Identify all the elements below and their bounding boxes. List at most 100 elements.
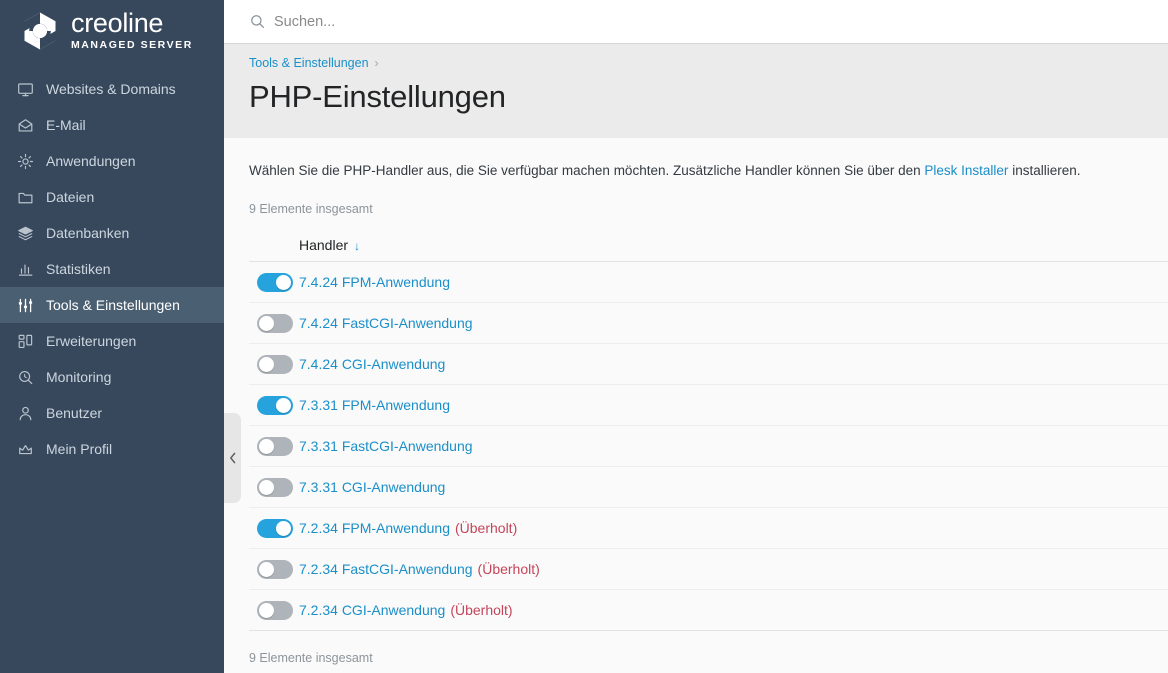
plesk-installer-link[interactable]: Plesk Installer xyxy=(924,163,1008,178)
handler-name-link[interactable]: 7.3.31 FPM-Anwendung xyxy=(299,397,450,413)
table-row: 7.3.31 FPM-Anwendung xyxy=(249,385,1168,426)
handler-toggle[interactable] xyxy=(257,313,293,333)
sidebar-item-label: Tools & Einstellungen xyxy=(46,297,180,313)
handler-toggle[interactable] xyxy=(257,272,293,292)
toggle-knob xyxy=(259,479,274,495)
creoline-hex-logo-icon xyxy=(18,9,62,53)
toggle-cell xyxy=(249,559,299,579)
sidebar-item-label: Erweiterungen xyxy=(46,333,137,349)
handler-toggle[interactable] xyxy=(257,600,293,620)
user-icon xyxy=(14,402,36,424)
handler-name-link[interactable]: 7.4.24 FastCGI-Anwendung xyxy=(299,315,473,331)
obsolete-badge: (Überholt) xyxy=(454,520,518,536)
handler-name-link[interactable]: 7.3.31 CGI-Anwendung xyxy=(299,479,445,495)
toggle-cell xyxy=(249,354,299,374)
handler-toggle[interactable] xyxy=(257,559,293,579)
sidebar-item-label: Benutzer xyxy=(46,405,103,421)
search-input[interactable] xyxy=(274,9,674,34)
gear-icon xyxy=(14,150,36,172)
envelope-icon xyxy=(14,114,36,136)
sidebar-item-email[interactable]: E-Mail xyxy=(0,107,224,143)
toggle-knob xyxy=(276,520,291,536)
bar-chart-icon xyxy=(14,258,36,280)
toggle-cell xyxy=(249,395,299,415)
obsolete-badge: (Überholt) xyxy=(477,561,540,577)
table-row: 7.3.31 FastCGI-Anwendung xyxy=(249,426,1168,467)
sidebar-item-label: E-Mail xyxy=(46,117,86,133)
handler-name-link[interactable]: 7.2.34 FPM-Anwendung xyxy=(299,520,450,536)
content-area: Wählen Sie die PHP-Handler aus, die Sie … xyxy=(224,138,1168,673)
main-area: Tools & Einstellungen › PHP-Einstellunge… xyxy=(224,0,1168,673)
sort-descending-icon: ↓ xyxy=(354,238,361,253)
breadcrumb-separator-icon: › xyxy=(374,56,379,70)
sidebar-item-websites-domains[interactable]: Websites & Domains xyxy=(0,71,224,107)
sidebar-collapse-handle[interactable] xyxy=(224,413,241,503)
sidebar-item-datenbanken[interactable]: Datenbanken xyxy=(0,215,224,251)
toggle-cell xyxy=(249,313,299,333)
sidebar-item-label: Dateien xyxy=(46,189,95,205)
sidebar-item-mein-profil[interactable]: Mein Profil xyxy=(0,431,224,467)
brand-subtitle: MANAGED SERVER xyxy=(71,39,193,51)
sidebar-item-label: Monitoring xyxy=(46,369,112,385)
toggle-knob xyxy=(259,561,274,577)
column-header-label: Handler xyxy=(299,236,349,253)
sidebar-item-benutzer[interactable]: Benutzer xyxy=(0,395,224,431)
handler-toggle[interactable] xyxy=(257,518,293,538)
blocks-icon xyxy=(14,330,36,352)
toggle-cell xyxy=(249,518,299,538)
table-row: 7.3.31 CGI-Anwendung xyxy=(249,467,1168,508)
handler-name-cell: 7.3.31 CGI-Anwendung xyxy=(299,479,445,495)
table-header-row: Handler ↓ xyxy=(249,228,1168,262)
toggle-cell xyxy=(249,600,299,620)
monitor-icon xyxy=(14,78,36,100)
toggle-knob xyxy=(259,602,274,618)
sidebar-item-label: Websites & Domains xyxy=(46,81,176,97)
handler-toggle[interactable] xyxy=(257,436,293,456)
handler-name-cell: 7.3.31 FastCGI-Anwendung xyxy=(299,438,473,454)
table-row: 7.4.24 FPM-Anwendung xyxy=(249,262,1168,303)
intro-text-before: Wählen Sie die PHP-Handler aus, die Sie … xyxy=(249,163,925,178)
sidebar-item-label: Anwendungen xyxy=(46,153,136,169)
toggle-knob xyxy=(259,315,274,331)
handler-name-link[interactable]: 7.4.24 CGI-Anwendung xyxy=(299,356,445,372)
brand-logo[interactable]: creoline MANAGED SERVER xyxy=(0,2,224,60)
breadcrumb-item-tools[interactable]: Tools & Einstellungen xyxy=(249,56,369,70)
handler-name-cell: 7.4.24 FastCGI-Anwendung xyxy=(299,315,473,331)
handler-name-cell: 7.2.34 FastCGI-Anwendung (Überholt) xyxy=(299,561,540,577)
handler-name-cell: 7.2.34 FPM-Anwendung (Überholt) xyxy=(299,520,517,536)
column-header-handler[interactable]: Handler ↓ xyxy=(299,237,360,253)
sidebar-item-label: Mein Profil xyxy=(46,441,113,457)
handler-toggle[interactable] xyxy=(257,354,293,374)
table-row: 7.2.34 CGI-Anwendung (Überholt) xyxy=(249,590,1168,631)
toggle-knob xyxy=(259,356,274,372)
page-title: PHP-Einstellungen xyxy=(249,79,506,114)
brand-name: creoline xyxy=(71,8,164,38)
handler-name-cell: 7.2.34 CGI-Anwendung (Überholt) xyxy=(299,602,513,618)
breadcrumb: Tools & Einstellungen › xyxy=(249,56,1168,70)
folder-icon xyxy=(14,186,36,208)
table-row: 7.4.24 CGI-Anwendung xyxy=(249,344,1168,385)
table-row: 7.2.34 FPM-Anwendung (Überholt) xyxy=(249,508,1168,549)
handler-name-link[interactable]: 7.2.34 CGI-Anwendung xyxy=(299,602,445,618)
app-root: creoline MANAGED SERVER Websites & Domai… xyxy=(0,0,1168,673)
sidebar-item-erweiterungen[interactable]: Erweiterungen xyxy=(0,323,224,359)
table-row: 7.4.24 FastCGI-Anwendung xyxy=(249,303,1168,344)
handler-toggle[interactable] xyxy=(257,477,293,497)
toggle-knob xyxy=(259,438,274,454)
sidebar-item-anwendungen[interactable]: Anwendungen xyxy=(0,143,224,179)
handler-name-link[interactable]: 7.3.31 FastCGI-Anwendung xyxy=(299,438,473,454)
handler-toggle[interactable] xyxy=(257,395,293,415)
database-stack-icon xyxy=(14,222,36,244)
top-bar xyxy=(224,0,1168,44)
item-count-bottom: 9 Elemente insgesamt xyxy=(249,651,373,665)
sidebar-item-tools-einstellungen[interactable]: Tools & Einstellungen xyxy=(0,287,224,323)
sidebar-item-statistiken[interactable]: Statistiken xyxy=(0,251,224,287)
intro-text: Wählen Sie die PHP-Handler aus, die Sie … xyxy=(249,162,1168,180)
sidebar-item-dateien[interactable]: Dateien xyxy=(0,179,224,215)
sidebar: creoline MANAGED SERVER Websites & Domai… xyxy=(0,0,224,673)
toggle-knob xyxy=(276,274,291,290)
sidebar-item-monitoring[interactable]: Monitoring xyxy=(0,359,224,395)
handler-name-link[interactable]: 7.4.24 FPM-Anwendung xyxy=(299,274,450,290)
handler-name-cell: 7.3.31 FPM-Anwendung xyxy=(299,397,450,413)
handler-name-link[interactable]: 7.2.34 FastCGI-Anwendung xyxy=(299,561,473,577)
